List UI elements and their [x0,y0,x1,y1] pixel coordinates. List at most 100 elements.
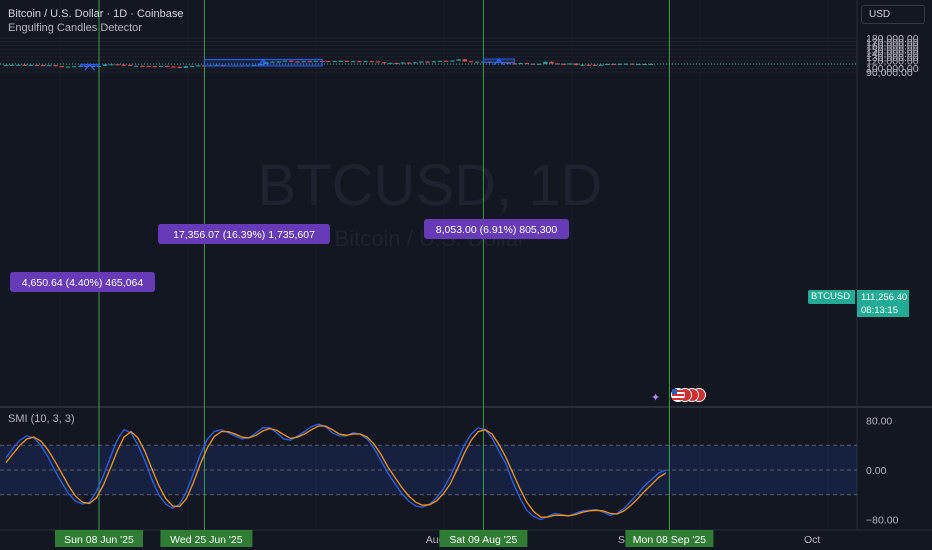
candle-body [165,65,170,67]
candle-body [22,64,27,66]
candle-body [134,65,139,67]
price-scale-label: 90,000.00 [866,67,913,79]
candle-body [16,64,21,66]
candle-body [437,60,443,62]
candle-body [357,61,362,63]
candle [400,62,405,64]
candle-body [103,64,108,66]
candle [134,65,139,67]
candle-body [10,64,15,66]
candle [456,59,461,61]
last-price-tag: 111,256.40 08:13:15 [857,290,909,317]
candle-body [444,60,449,62]
candle-body [3,65,9,67]
candle [3,64,9,67]
last-price-value: 111,256.40 [861,292,908,303]
candle [47,64,52,67]
chart-stage[interactable]: BTCUSD, 1DBitcoin / U.S. Dollar4,650.64 … [0,0,932,550]
last-price-countdown: 08:13:15 [861,305,898,316]
candle-body [375,61,381,63]
candle [189,65,195,67]
smi-scale-label: 0.00 [866,465,887,477]
watermark-symbol: BTCUSD, 1D [258,153,603,218]
candle-body [400,62,405,64]
candle [196,65,201,67]
candle-body [512,63,517,65]
candle-body [456,59,461,61]
candle [468,61,474,63]
candle-body [332,61,337,63]
us-flag-stripe [672,398,684,400]
candle [72,65,77,68]
candle-body [121,64,126,66]
candle [462,59,467,62]
smi-scale-label: −80.00 [866,515,899,527]
candle-body [115,64,120,66]
sparkle-icon[interactable]: ✦ [651,392,660,404]
candle [183,65,188,69]
candle-body [369,61,374,63]
candle-body [189,65,195,67]
candle [165,65,170,67]
candle-body [171,66,176,68]
candle [512,63,517,65]
candle-body [586,64,591,66]
candle [475,61,480,63]
candle [171,66,176,68]
candle-body [468,61,474,63]
candle [419,61,424,63]
candle-body [592,64,598,66]
candle [406,62,412,64]
smi-scale-label: 80.00 [866,415,892,427]
smi-indicator-label[interactable]: SMI (10, 3, 3) [8,413,75,425]
candle-body [59,66,64,68]
time-highlight-label: Wed 25 Jun '25 [170,534,243,546]
candle [648,63,653,65]
candle-body [475,61,480,63]
candle-body [140,65,145,67]
candle-body [127,64,133,66]
time-axis-label: Oct [804,534,820,546]
candle-body [53,65,58,67]
candle-body [41,65,46,67]
candle-body [28,64,33,66]
candle [382,62,387,64]
chart-canvas[interactable]: BTCUSD, 1DBitcoin / U.S. Dollar4,650.64 … [0,0,932,550]
candle-body [72,66,77,68]
candle-body [549,61,554,64]
candle [605,63,610,65]
us-flag-canton [672,389,677,394]
candle-body [382,62,387,64]
time-highlight-label: Mon 08 Sep '25 [633,534,706,546]
candle-body [413,62,418,64]
chart-title: Bitcoin / U.S. Dollar · 1D · Coinbase [8,8,184,20]
candle-body [599,64,604,66]
candle [177,66,182,68]
candle [41,64,46,67]
candle-body [642,63,647,65]
candle [65,66,71,68]
candle-body [109,64,114,66]
candle-body [146,66,151,68]
candle [642,63,647,65]
candle-body [351,61,356,63]
candle [146,65,151,68]
candle [152,65,157,68]
candle-body [363,61,368,63]
candle-body [183,66,188,68]
candle-body [65,66,71,68]
candle [549,61,554,64]
candle [351,61,356,63]
currency-button[interactable]: USD [861,5,925,24]
us-flag-icon[interactable] [671,388,685,402]
candle [555,63,560,65]
indicator-name[interactable]: Engulfing Candles Detector [8,22,142,34]
candle-body [326,61,331,63]
us-flag-stripe [672,394,684,396]
candle [431,61,436,63]
candle-body [450,60,455,62]
candle-body [338,60,343,62]
candle [425,61,430,63]
candle [158,65,164,67]
candle [34,64,40,66]
